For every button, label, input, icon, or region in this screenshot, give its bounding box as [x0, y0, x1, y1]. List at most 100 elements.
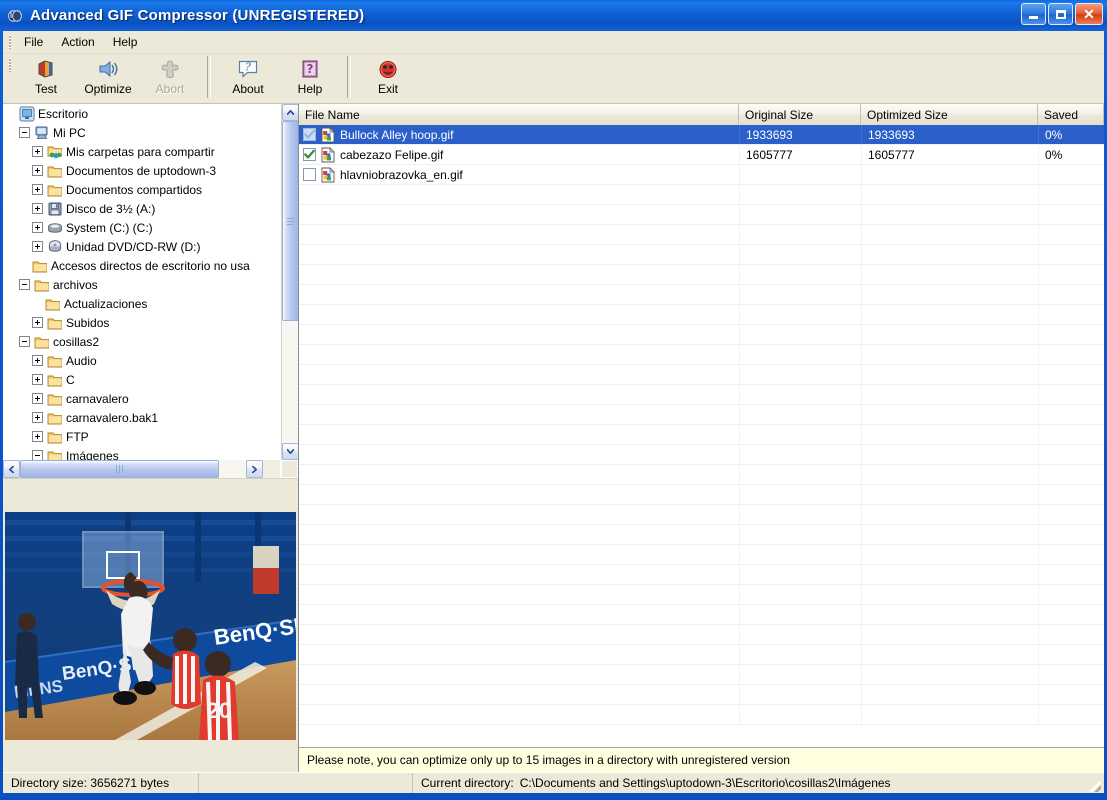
tree-expander-minus[interactable] [18, 335, 31, 348]
file-row-empty[interactable] [299, 245, 1104, 265]
tree-item[interactable]: Audio [3, 351, 280, 370]
file-checkbox[interactable] [303, 148, 316, 161]
minimize-button[interactable] [1021, 3, 1046, 25]
tree-expander-minus[interactable] [18, 278, 31, 291]
file-row-empty[interactable] [299, 305, 1104, 325]
file-row-empty[interactable] [299, 485, 1104, 505]
tree-expander-plus[interactable] [31, 430, 44, 443]
file-row[interactable]: Bullock Alley hoop.gif 1933693 1933693 0% [299, 125, 1104, 145]
tree-expander-plus[interactable] [31, 411, 44, 424]
file-row[interactable]: hlavniobrazovka_en.gif [299, 165, 1104, 185]
menu-item-action[interactable]: Action [52, 32, 103, 52]
column-header-saved[interactable]: Saved [1038, 104, 1104, 125]
file-row-empty[interactable] [299, 525, 1104, 545]
tree-expander-plus[interactable] [31, 354, 44, 367]
tree-expander-minus[interactable] [18, 126, 31, 139]
file-checkbox[interactable] [303, 168, 316, 181]
resize-grip[interactable] [1088, 779, 1102, 793]
menu-item-file[interactable]: File [15, 32, 52, 52]
file-row-empty[interactable] [299, 345, 1104, 365]
tree-expander-plus[interactable] [31, 392, 44, 405]
file-row-empty[interactable] [299, 285, 1104, 305]
column-header-file-name[interactable]: File Name [299, 104, 739, 125]
file-row-empty[interactable] [299, 385, 1104, 405]
tree-expander-plus[interactable] [31, 145, 44, 158]
tree-expander-plus[interactable] [31, 240, 44, 253]
scroll-down-button[interactable] [282, 443, 298, 460]
tree-expander-plus[interactable] [31, 183, 44, 196]
tree-item[interactable]: System (C:) (C:) [3, 218, 280, 237]
file-row-empty[interactable] [299, 605, 1104, 625]
tree-item[interactable]: FTP [3, 427, 280, 446]
file-row-empty[interactable] [299, 265, 1104, 285]
folder-tree[interactable]: Escritorio Mi PC Mis carpetas para compart… [3, 104, 280, 460]
toolbar-button-exit[interactable]: Exit [357, 54, 419, 99]
tree-item[interactable]: Accesos directos de escritorio no usa [3, 256, 280, 275]
tree-item[interactable]: Escritorio [3, 104, 280, 123]
file-row-empty[interactable] [299, 645, 1104, 665]
tree-item[interactable]: Subidos [3, 313, 280, 332]
column-header-optimized-size[interactable]: Optimized Size [861, 104, 1038, 125]
tree-item[interactable]: Documentos de uptodown-3 [3, 161, 280, 180]
toolbar-button-test[interactable]: Test [15, 54, 77, 99]
file-row-empty[interactable] [299, 705, 1104, 725]
file-row-empty[interactable] [299, 565, 1104, 585]
scroll-right-button[interactable] [246, 460, 263, 478]
toolbar-button-about[interactable]: ? About [217, 54, 279, 99]
file-row[interactable]: cabezazo Felipe.gif 1605777 1605777 0% [299, 145, 1104, 165]
file-name-cell[interactable]: Bullock Alley hoop.gif [299, 125, 739, 144]
file-list-body[interactable]: Bullock Alley hoop.gif 1933693 1933693 0% ca… [299, 125, 1104, 747]
tree-expander-plus[interactable] [31, 202, 44, 215]
toolbar-button-help[interactable]: ? Help [279, 54, 341, 99]
file-row-empty[interactable] [299, 685, 1104, 705]
tree-vertical-scrollbar[interactable] [281, 104, 298, 460]
tree-expander-plus[interactable] [31, 316, 44, 329]
tree-expander-minus[interactable] [31, 449, 44, 460]
title-bar[interactable]: Advanced GIF Compressor (UNREGISTERED) ✕ [0, 0, 1107, 31]
file-row-empty[interactable] [299, 325, 1104, 345]
file-row-empty[interactable] [299, 625, 1104, 645]
toolbar-button-optimize[interactable]: Optimize [77, 54, 139, 99]
file-row-empty[interactable] [299, 425, 1104, 445]
file-row-empty[interactable] [299, 225, 1104, 245]
tree-item[interactable]: Actualizaciones [3, 294, 280, 313]
scroll-thumb[interactable] [282, 121, 298, 321]
file-row-empty[interactable] [299, 405, 1104, 425]
file-row-empty[interactable] [299, 185, 1104, 205]
tree-item[interactable]: carnavalero [3, 389, 280, 408]
file-row-empty[interactable] [299, 445, 1104, 465]
close-button[interactable]: ✕ [1075, 3, 1103, 25]
file-name-cell[interactable]: cabezazo Felipe.gif [299, 145, 739, 164]
file-row-empty[interactable] [299, 205, 1104, 225]
tree-expander-plus[interactable] [31, 164, 44, 177]
tree-item[interactable]: Unidad DVD/CD-RW (D:) [3, 237, 280, 256]
file-row-empty[interactable] [299, 365, 1104, 385]
file-row-empty[interactable] [299, 465, 1104, 485]
menu-item-help[interactable]: Help [104, 32, 147, 52]
tree-item[interactable]: C [3, 370, 280, 389]
tree-horizontal-scrollbar[interactable] [3, 460, 280, 478]
tree-item[interactable]: Mis carpetas para compartir [3, 142, 280, 161]
tree-item[interactable]: Mi PC [3, 123, 280, 142]
maximize-button[interactable] [1048, 3, 1073, 25]
file-name-cell[interactable]: hlavniobrazovka_en.gif [299, 165, 739, 184]
tree-item[interactable]: Disco de 3½ (A:) [3, 199, 280, 218]
tree-expander-plus[interactable] [31, 373, 44, 386]
tree-item[interactable]: cosillas2 [3, 332, 280, 351]
tree-item[interactable]: carnavalero.bak1 [3, 408, 280, 427]
scroll-left-button[interactable] [3, 460, 20, 478]
file-checkbox[interactable] [303, 128, 316, 141]
column-header-original-size[interactable]: Original Size [739, 104, 861, 125]
file-row-empty[interactable] [299, 505, 1104, 525]
menu-gripper[interactable] [7, 33, 13, 51]
file-row-empty[interactable] [299, 665, 1104, 685]
toolbar-gripper[interactable] [7, 56, 13, 98]
file-row-empty[interactable] [299, 545, 1104, 565]
tree-item[interactable]: Documentos compartidos [3, 180, 280, 199]
tree-item[interactable]: archivos [3, 275, 280, 294]
scroll-thumb-horizontal[interactable] [20, 460, 219, 478]
scroll-up-button[interactable] [282, 104, 298, 121]
file-row-empty[interactable] [299, 585, 1104, 605]
tree-item[interactable]: Imágenes [3, 446, 280, 460]
tree-expander-plus[interactable] [31, 221, 44, 234]
